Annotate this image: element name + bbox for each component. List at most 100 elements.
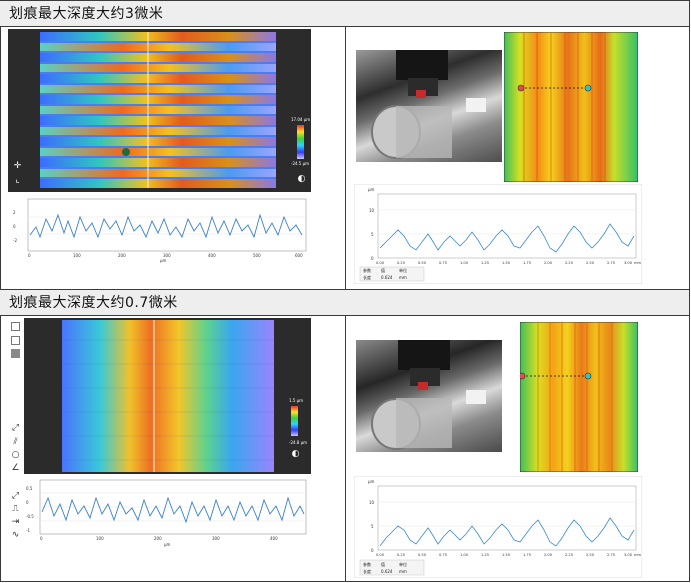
height-heatmap-image bbox=[504, 32, 638, 182]
x-tick: 1.75 bbox=[523, 261, 531, 265]
parallel-tool-icon[interactable]: ⫽ bbox=[11, 438, 20, 447]
square-tool-icon[interactable] bbox=[11, 322, 20, 331]
color-scale-min: -24.8 μm bbox=[289, 440, 308, 445]
scan-heatmap-image bbox=[40, 32, 276, 188]
table-header-cell: 值 bbox=[381, 561, 385, 567]
profile-x-tick: 600 bbox=[295, 253, 303, 258]
height-tool-icon[interactable]: ⇥ bbox=[11, 518, 20, 527]
profile-x-tick: 0 bbox=[28, 253, 31, 258]
section-1-left-cell: 17.04 μm -24.5 μm ✛ ⌞ ◐ 2 0 -2 0 100 200… bbox=[8, 29, 311, 267]
angle-tool-icon[interactable]: ∠ bbox=[11, 464, 20, 473]
section-profile-chart: μm 10 5 0 0.00 0.25 0.50 0.75 1.00 1.25 … bbox=[354, 184, 642, 284]
results-table: 参数 值 单位 长度 0.624 mm bbox=[359, 559, 425, 576]
color-scale-max: 1.5 μm bbox=[289, 398, 304, 403]
layers-tool-icon[interactable] bbox=[11, 336, 20, 345]
profile-x-tick: 200 bbox=[118, 253, 126, 258]
wave-tool-icon[interactable]: ∿ bbox=[11, 531, 20, 540]
x-tick: 2.25 bbox=[565, 553, 573, 557]
profile-x-tick: 400 bbox=[270, 536, 278, 541]
color-scale-bar bbox=[297, 125, 304, 159]
table-cell: mm bbox=[399, 275, 407, 280]
x-tick: 0.75 bbox=[439, 261, 447, 265]
palette-icon[interactable]: ◐ bbox=[297, 175, 306, 184]
profile-x-tick: 200 bbox=[154, 536, 162, 541]
profile-x-tick: 100 bbox=[96, 536, 104, 541]
y-tick: 10 bbox=[369, 500, 375, 505]
table-header-cell: 值 bbox=[381, 267, 385, 273]
microscope-objective-illustration bbox=[371, 340, 486, 450]
profile-x-tick: 400 bbox=[208, 253, 216, 258]
y-tick: 10 bbox=[369, 208, 375, 213]
profile-y-tick: 0 bbox=[13, 224, 16, 229]
profile-y-tick: -1 bbox=[26, 528, 30, 533]
profile-x-tick: 500 bbox=[253, 253, 261, 258]
line-tool-icon[interactable]: ⤢ bbox=[11, 424, 20, 433]
table-cell: mm bbox=[399, 569, 407, 574]
y-axis-unit: μm bbox=[368, 187, 375, 192]
palette-icon[interactable]: ◐ bbox=[291, 450, 300, 459]
table-cell: 长度 bbox=[363, 568, 371, 574]
x-tick: 0.25 bbox=[397, 553, 405, 557]
x-tick: 2.75 bbox=[607, 553, 615, 557]
profile-y-tick: 0.5 bbox=[26, 486, 33, 491]
x-axis-unit: mm bbox=[634, 261, 642, 265]
x-tick: 2.50 bbox=[586, 261, 595, 265]
profile-end-marker[interactable] bbox=[584, 372, 592, 380]
x-tick: 0.00 bbox=[376, 553, 385, 557]
x-tick: 1.50 bbox=[502, 553, 511, 557]
profile-start-marker[interactable] bbox=[520, 372, 526, 380]
table-header-cell: 单位 bbox=[399, 267, 407, 273]
column-divider-1 bbox=[345, 27, 346, 289]
x-tick: 2.00 bbox=[544, 553, 553, 557]
table-header-cell: 参数 bbox=[363, 561, 371, 567]
profile-x-tick: 0 bbox=[40, 536, 43, 541]
x-tick: 2.75 bbox=[607, 261, 615, 265]
height-heatmap-image bbox=[520, 322, 638, 472]
x-tick: 0.75 bbox=[439, 553, 447, 557]
image-tool-icon[interactable] bbox=[11, 349, 20, 358]
x-tick: 3.00 bbox=[624, 553, 633, 557]
profile-start-marker[interactable] bbox=[517, 84, 525, 92]
profile-y-tick: -2 bbox=[13, 238, 17, 243]
profile-y-tick: 2 bbox=[13, 210, 16, 215]
table-cell: 长度 bbox=[363, 274, 371, 280]
color-scale-bar bbox=[291, 406, 298, 436]
crosshair-icon[interactable]: ✛ bbox=[13, 162, 22, 171]
line-profile-chart: 2 0 -2 0 100 200 300 400 500 600 μm bbox=[13, 198, 307, 263]
scan-heatmap-image bbox=[62, 320, 274, 472]
section-1-right-cell: μm 10 5 0 0.00 0.25 0.50 0.75 1.00 1.25 … bbox=[352, 29, 686, 287]
diagonal-tool-icon[interactable]: ⤢ bbox=[11, 492, 20, 501]
sample-photo bbox=[356, 50, 502, 162]
x-tick: 0.00 bbox=[376, 261, 385, 265]
profile-y-tick: 0 bbox=[26, 500, 29, 505]
table-cell: 0.624 bbox=[381, 275, 393, 280]
section-1-title: 划痕最大深度大约3微米 bbox=[0, 0, 689, 27]
comparison-table: 划痕最大深度大约3微米 17.04 μm -24.5 μm ✛ ⌞ ◐ 2 0 … bbox=[0, 0, 690, 582]
x-tick: 0.50 bbox=[418, 553, 427, 557]
x-tick: 2.50 bbox=[586, 553, 595, 557]
profile-y-tick: -0.5 bbox=[26, 514, 34, 519]
x-tick: 1.50 bbox=[502, 261, 511, 265]
x-tick: 2.00 bbox=[544, 261, 553, 265]
x-tick: 2.25 bbox=[565, 261, 573, 265]
x-tick: 0.25 bbox=[397, 261, 405, 265]
x-tick: 1.00 bbox=[460, 261, 469, 265]
step-tool-icon[interactable]: ⎍ bbox=[11, 505, 20, 514]
profile-x-tick: 300 bbox=[212, 536, 220, 541]
table-header-cell: 参数 bbox=[363, 267, 371, 273]
sample-photo bbox=[356, 340, 502, 452]
corner-tool-icon[interactable]: ⌞ bbox=[13, 176, 22, 185]
table-cell: 0.624 bbox=[381, 569, 393, 574]
x-tick: 1.25 bbox=[481, 553, 489, 557]
microscope-objective-illustration bbox=[371, 50, 486, 159]
section-profile-chart: μm 10 5 0 0.00 0.25 0.50 0.75 1.00 1.25 … bbox=[354, 476, 642, 578]
profile-end-marker[interactable] bbox=[584, 84, 592, 92]
x-tick: 1.75 bbox=[523, 553, 531, 557]
results-table: 参数 值 单位 长度 0.624 mm bbox=[359, 266, 425, 282]
section-2-right-cell: μm 10 5 0 0.00 0.25 0.50 0.75 1.00 1.25 … bbox=[352, 318, 686, 580]
circle-tool-icon[interactable]: ○ bbox=[11, 451, 20, 460]
x-tick: 0.50 bbox=[418, 261, 427, 265]
x-tick: 3.00 bbox=[624, 261, 633, 265]
section-2-left-cell: ⤢ ⫽ ○ ∠ ⤢ ⎍ ⇥ ∿ 1.5 μm -24.8 μm ◐ 0.5 0 … bbox=[8, 318, 311, 548]
x-tick: 1.00 bbox=[460, 553, 469, 557]
